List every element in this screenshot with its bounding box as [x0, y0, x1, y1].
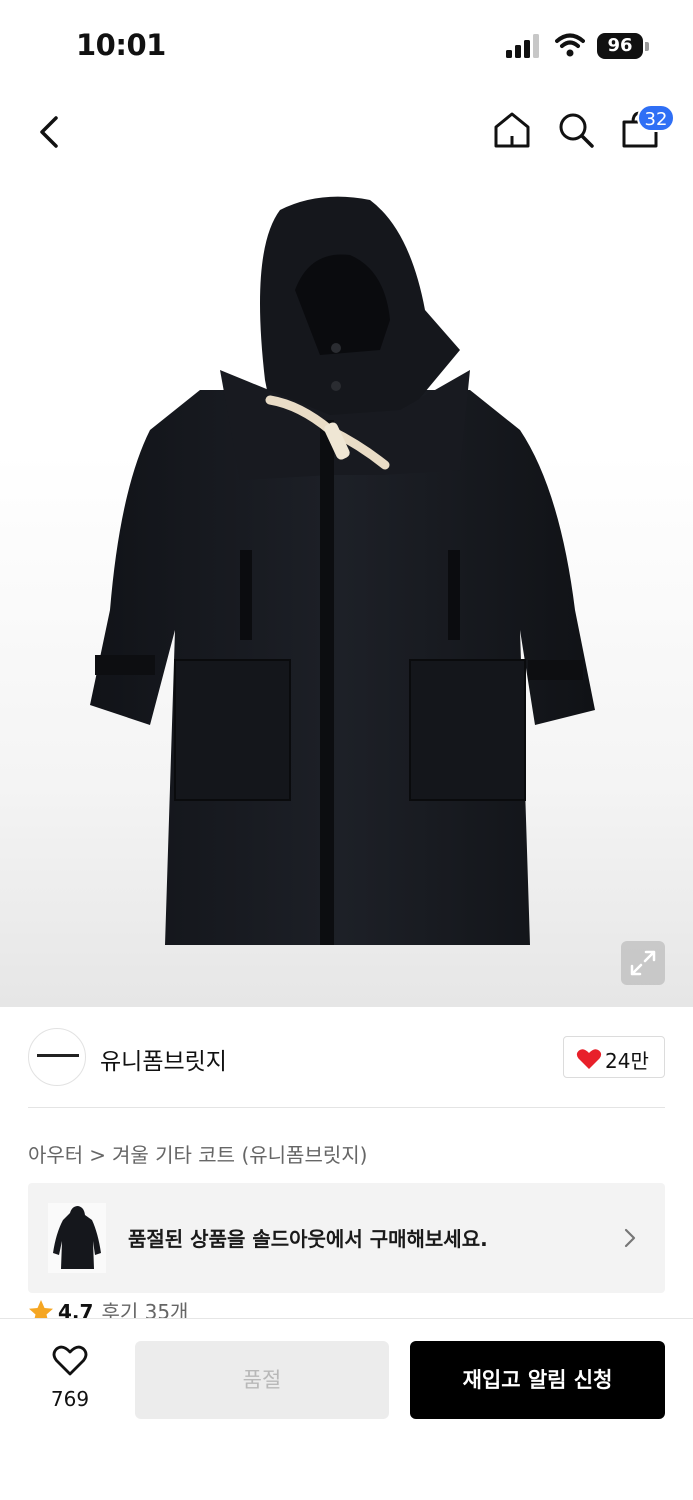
battery-level: 96	[597, 33, 643, 59]
cart-count-badge: 32	[637, 104, 675, 132]
brand-name[interactable]: 유니폼브릿지	[100, 1042, 227, 1076]
breadcrumb-item-category[interactable]: 아우터	[28, 1143, 83, 1167]
back-arrow-icon[interactable]	[34, 112, 66, 152]
restock-alert-button[interactable]: 재입고 알림 신청	[410, 1341, 665, 1419]
breadcrumb-separator: >	[89, 1143, 106, 1167]
status-bar: 10:01 96	[0, 0, 693, 92]
soldout-button[interactable]: 품절	[135, 1341, 389, 1419]
rating-summary[interactable]: 4.7 후기 35개	[28, 1296, 188, 1318]
soldout-marketplace-banner[interactable]: 품절된 상품을 솔드아웃에서 구매해보세요.	[28, 1183, 665, 1293]
product-image[interactable]	[80, 190, 610, 970]
status-time: 10:01	[76, 28, 166, 62]
breadcrumb-item-subcategory[interactable]: 겨울 기타 코트 (유니폼브릿지)	[112, 1143, 367, 1167]
brand-row[interactable]: 유니폼브릿지 24만	[28, 1028, 665, 1088]
heart-filled-icon	[576, 1049, 602, 1069]
battery-indicator: 96	[597, 33, 649, 59]
chevron-right-icon	[624, 1228, 636, 1248]
bottom-action-bar: 769 품절 재입고 알림 신청	[0, 1318, 693, 1500]
expand-image-icon[interactable]	[621, 941, 665, 985]
home-icon[interactable]	[492, 110, 532, 150]
star-icon	[29, 1300, 53, 1318]
rating-score: 4.7	[58, 1300, 94, 1318]
soldout-banner-text: 품절된 상품을 솔드아웃에서 구매해보세요.	[128, 1227, 488, 1251]
section-divider	[28, 1107, 665, 1108]
product-thumbnail	[48, 1203, 106, 1273]
brand-like-count: 24만	[605, 1049, 649, 1073]
brand-logo-mark	[37, 1054, 79, 1057]
wifi-icon	[555, 33, 585, 57]
review-count[interactable]: 후기 35개	[101, 1300, 188, 1318]
heart-outline-icon[interactable]	[52, 1345, 88, 1377]
search-icon[interactable]	[556, 110, 596, 150]
breadcrumb: 아우터 > 겨울 기타 코트 (유니폼브릿지)	[28, 1139, 367, 1168]
brand-like-button[interactable]: 24만	[563, 1036, 665, 1078]
wishlist-count: 769	[50, 1387, 90, 1411]
battery-cap	[645, 42, 649, 51]
brand-logo[interactable]	[28, 1028, 86, 1086]
cellular-signal-icon	[506, 34, 539, 58]
top-navigation: 32	[0, 92, 693, 172]
